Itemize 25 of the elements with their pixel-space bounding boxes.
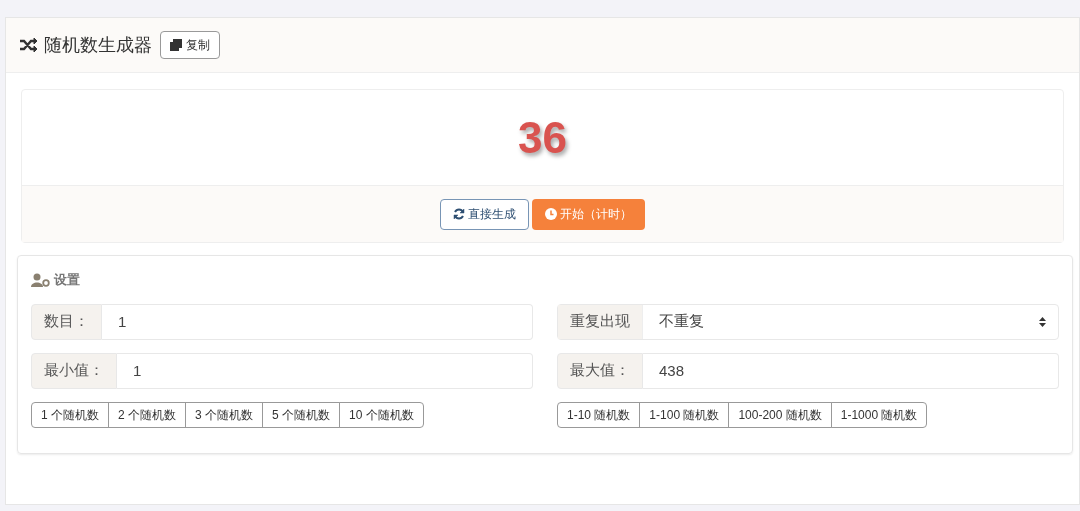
preset-button[interactable]: 1 个随机数 <box>31 401 109 428</box>
preset-button[interactable]: 5 个随机数 <box>262 401 341 428</box>
preset-button[interactable]: 2 个随机数 <box>108 401 187 428</box>
field-label: 最大值： <box>557 352 643 389</box>
preset-button[interactable]: 1-100 随机数 <box>639 401 730 428</box>
random-number: 36 <box>518 111 567 164</box>
refresh-icon <box>453 208 465 220</box>
input-field[interactable]: 438 <box>643 352 1059 389</box>
copy-icon <box>170 39 182 51</box>
preset-button[interactable]: 10 个随机数 <box>339 401 424 428</box>
shuffle-icon <box>20 38 38 52</box>
settings-title: 设置 <box>54 271 80 289</box>
page-title: 随机数生成器 <box>44 33 152 57</box>
preset-button[interactable]: 3 个随机数 <box>185 401 264 428</box>
generate-button[interactable]: 直接生成 <box>440 198 529 230</box>
preset-button[interactable]: 1-10 随机数 <box>557 401 641 428</box>
input-field[interactable]: 1 <box>117 352 533 389</box>
input-field[interactable]: 1 <box>102 303 533 340</box>
preset-button[interactable]: 1-1000 随机数 <box>830 401 928 428</box>
clock-icon <box>545 208 557 220</box>
user-settings-icon <box>31 272 50 287</box>
copy-button[interactable]: 复制 <box>160 31 220 59</box>
field-label: 数目： <box>31 303 102 340</box>
preset-button[interactable]: 100-200 随机数 <box>728 401 832 428</box>
field-label: 最小值： <box>31 352 117 389</box>
